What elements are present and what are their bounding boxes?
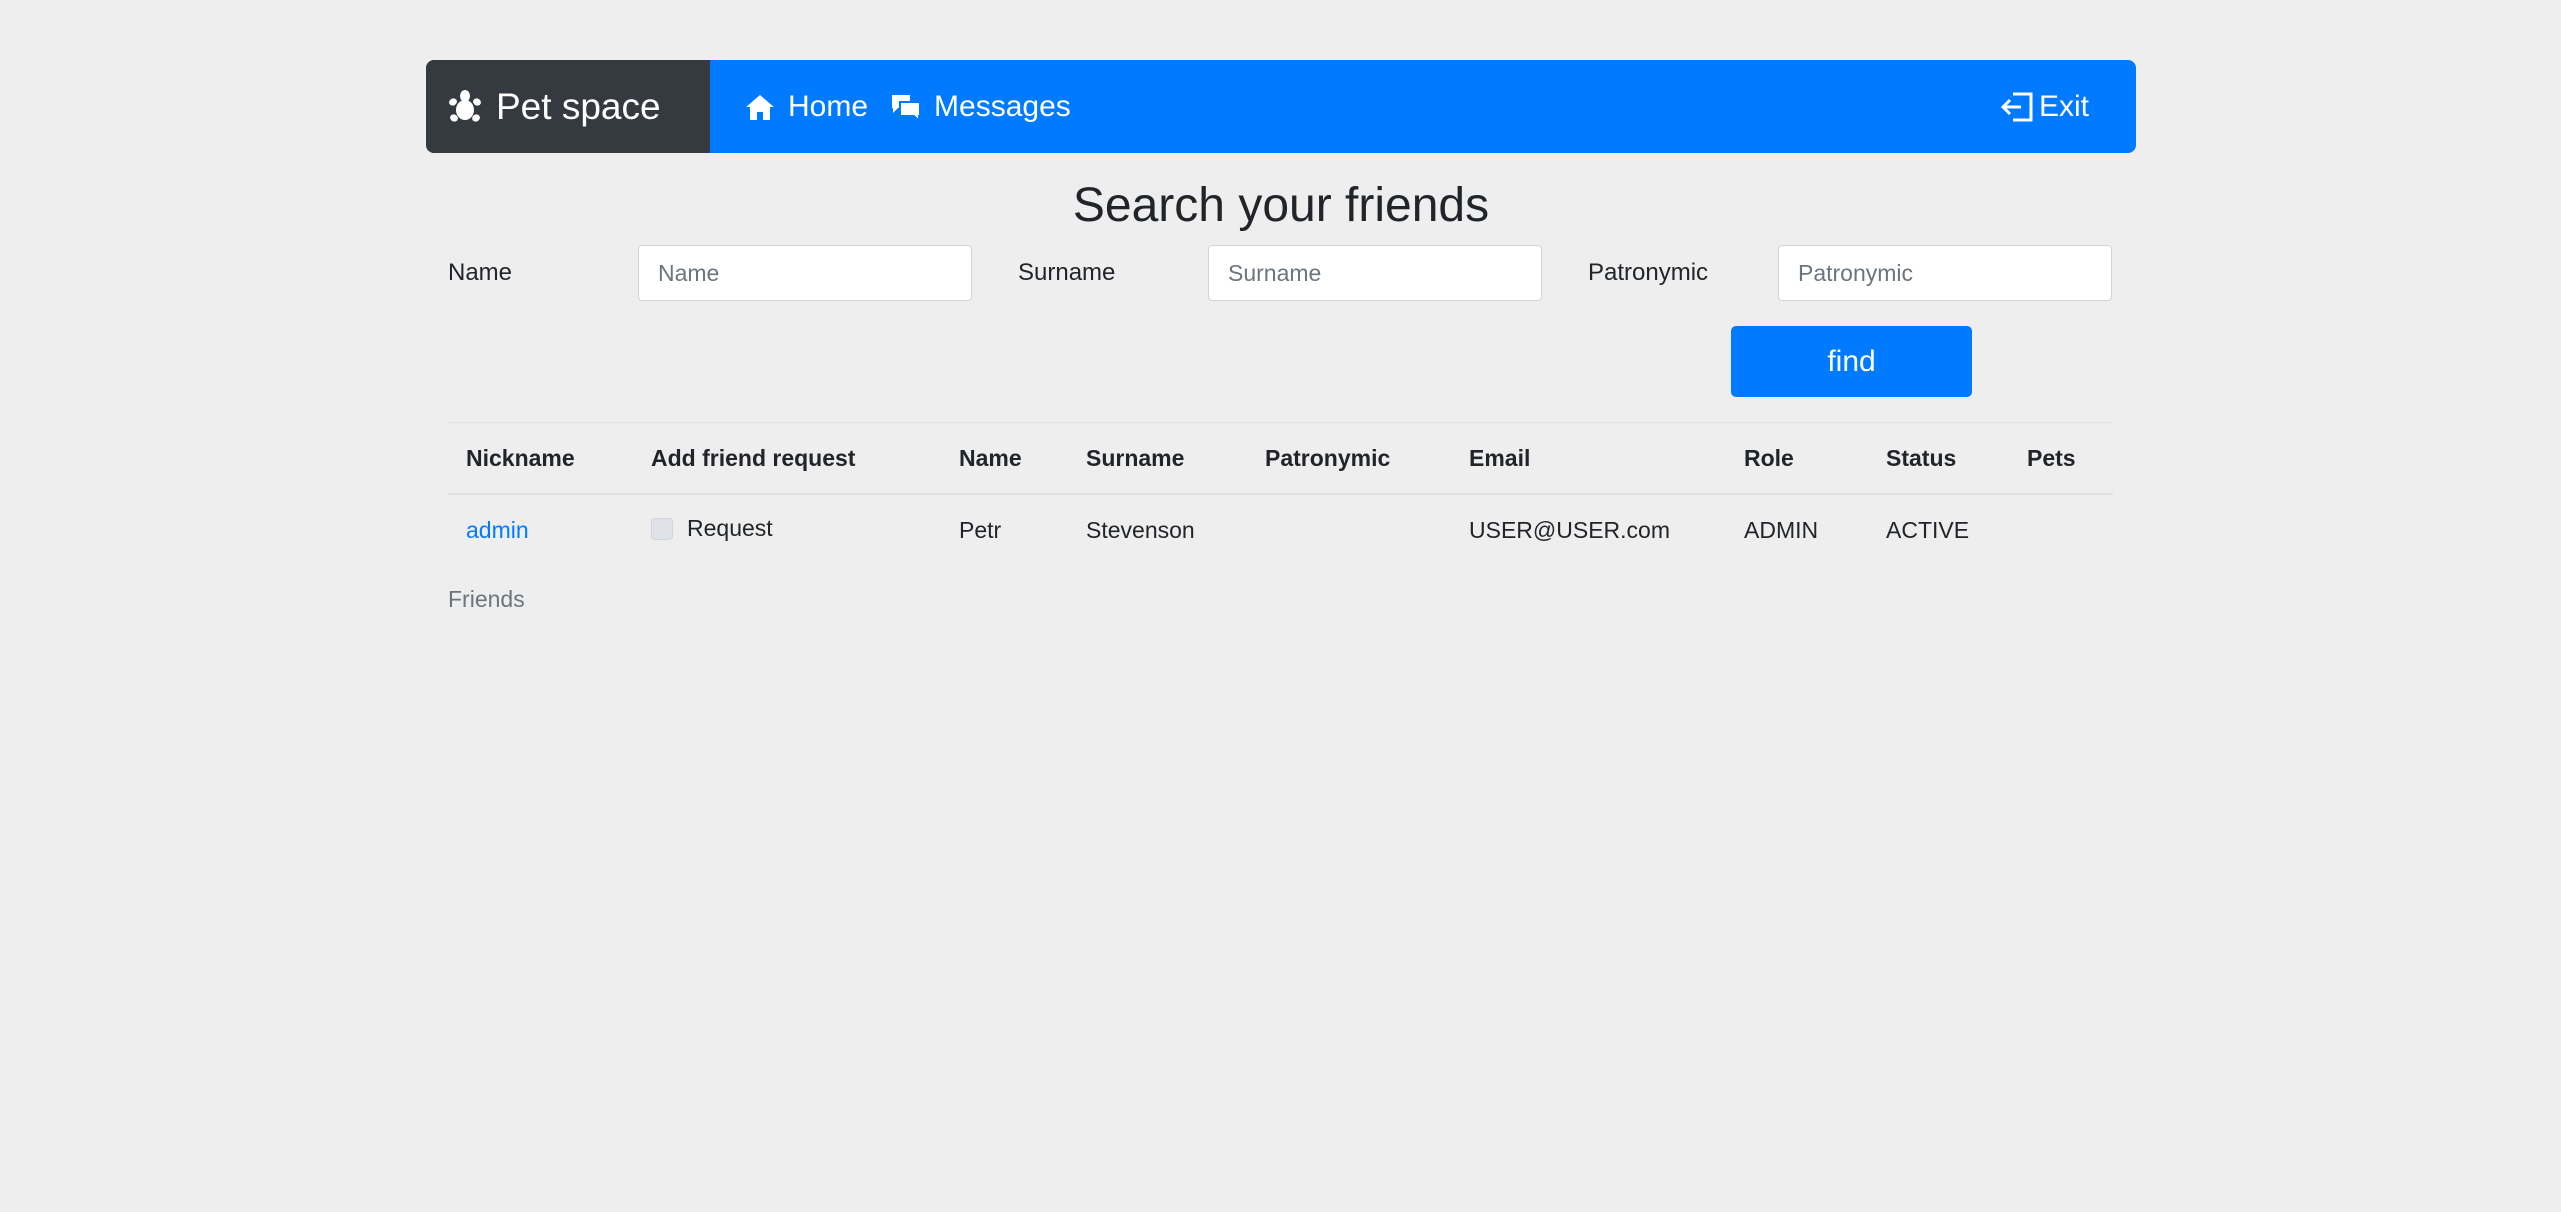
header-surname: Surname (1068, 422, 1247, 495)
navbar: Pet space Home Messages Exit (426, 60, 2136, 153)
nickname-link[interactable]: admin (466, 517, 529, 543)
exit-icon (2000, 92, 2033, 121)
header-name: Name (941, 422, 1068, 495)
cell-role: ADMIN (1744, 517, 1819, 543)
cell-email: USER@USER.com (1469, 517, 1670, 543)
nav-home-link[interactable]: Home (744, 90, 868, 124)
page-title: Search your friends (1072, 179, 1490, 232)
cell-request: Request (633, 494, 941, 566)
patronymic-label: Patronymic (1588, 259, 1709, 286)
nav-links: Home Messages (710, 60, 1093, 153)
header-status: Status (1868, 422, 2009, 495)
table-header-row: Nickname Add friend request Name Surname… (448, 422, 2113, 495)
request-label: Request (687, 515, 773, 542)
exit-link[interactable]: Exit (2000, 60, 2089, 153)
header-patronymic: Patronymic (1247, 422, 1451, 495)
cell-nickname: admin (448, 494, 633, 566)
home-icon (746, 94, 774, 120)
patronymic-input[interactable] (1778, 245, 2112, 301)
request-checkbox[interactable] (651, 517, 673, 540)
request-control: Request (651, 515, 773, 542)
cell-patronymic (1247, 494, 1451, 566)
cell-name: Petr (959, 517, 1002, 543)
surname-label: Surname (1018, 259, 1116, 286)
friends-label: Friends (448, 586, 525, 612)
header-add-friend-request: Add friend request (633, 422, 941, 495)
messages-icon (892, 94, 922, 121)
name-label: Name (448, 259, 513, 286)
surname-input[interactable] (1208, 245, 1542, 301)
header-email: Email (1451, 422, 1726, 495)
nav-home-label: Home (788, 89, 869, 123)
cell-surname: Stevenson (1086, 517, 1195, 543)
header-nickname: Nickname (448, 422, 633, 495)
table-row: admin Request Petr Stevenson USER@USER.c… (448, 494, 2113, 566)
find-button[interactable]: find (1731, 326, 1972, 397)
nav-messages-label: Messages (934, 89, 1071, 123)
cell-status: ACTIVE (1886, 517, 1970, 543)
name-input[interactable] (638, 245, 972, 301)
brand-label: Pet space (496, 85, 661, 127)
page: Pet space Home Messages Exit Search your… (0, 0, 2561, 1212)
exit-label: Exit (2038, 89, 2089, 123)
brand-link[interactable]: Pet space (426, 60, 710, 153)
paw-icon (449, 89, 481, 122)
nav-messages-link[interactable]: Messages (890, 90, 1071, 124)
cell-pets (2009, 494, 2113, 566)
header-pets: Pets (2009, 422, 2113, 495)
header-role: Role (1726, 422, 1868, 495)
results-table: Nickname Add friend request Name Surname… (448, 422, 2113, 566)
